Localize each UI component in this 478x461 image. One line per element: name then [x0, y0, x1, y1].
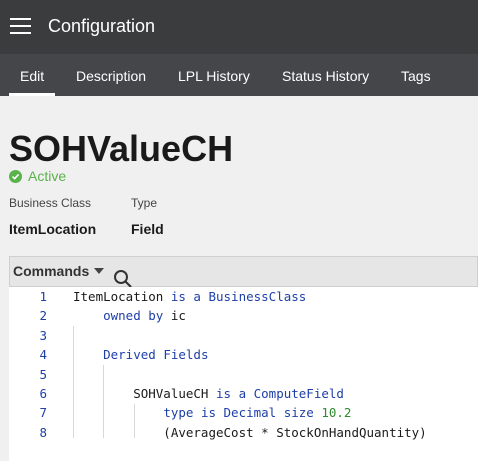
hamburger-menu-icon[interactable]: [10, 17, 32, 35]
tab-lpl-history[interactable]: LPL History: [178, 68, 250, 84]
check-circle-icon: [9, 169, 22, 183]
code-line[interactable]: (AverageCost * StockOnHandQuantity): [73, 425, 426, 440]
code-line[interactable]: owned by ic: [73, 308, 186, 323]
line-number: 2: [39, 308, 47, 324]
line-number: 1: [39, 289, 47, 304]
status-badge: Active: [9, 168, 66, 184]
business-class-label: Business Class: [9, 196, 92, 210]
business-class-value: ItemLocation: [9, 221, 97, 237]
line-number: 5: [39, 366, 47, 382]
type-value: Field: [131, 221, 164, 237]
status-label: Active: [28, 168, 67, 184]
line-number: 4: [39, 347, 47, 363]
app-title: Configuration: [48, 16, 156, 36]
tab-status-history[interactable]: Status History: [282, 68, 369, 84]
code-line[interactable]: SOHValueCH is a ComputeField: [73, 386, 344, 401]
line-number: 7: [39, 405, 47, 421]
line-number: 8: [39, 424, 47, 440]
commands-toolbar: Commands: [9, 256, 478, 288]
tab-tags[interactable]: Tags: [401, 68, 431, 84]
code-line[interactable]: Derived Fields: [73, 347, 208, 362]
code-editor[interactable]: 1 2 3 4 5 6 7 8 ItemLocation is a BusinessClass …: [9, 287, 478, 461]
code-line[interactable]: type is Decimal size 10.2: [73, 405, 351, 420]
type-label: Type: [131, 196, 158, 210]
active-tab-indicator: [9, 93, 55, 96]
app-bar: Configuration: [0, 0, 478, 54]
tab-description[interactable]: Description: [76, 68, 146, 84]
indent-guide: [73, 326, 74, 438]
commands-menu-button[interactable]: Commands: [13, 263, 89, 279]
tab-bar: Edit Description LPL History Status Hist…: [0, 54, 478, 96]
tab-edit[interactable]: Edit: [20, 68, 44, 84]
page-title: SOHValueCH: [9, 128, 234, 169]
chevron-down-icon[interactable]: [94, 268, 104, 274]
line-number: 3: [39, 327, 47, 343]
line-number: 6: [39, 386, 47, 401]
code-line[interactable]: ItemLocation is a BusinessClass: [73, 289, 306, 304]
